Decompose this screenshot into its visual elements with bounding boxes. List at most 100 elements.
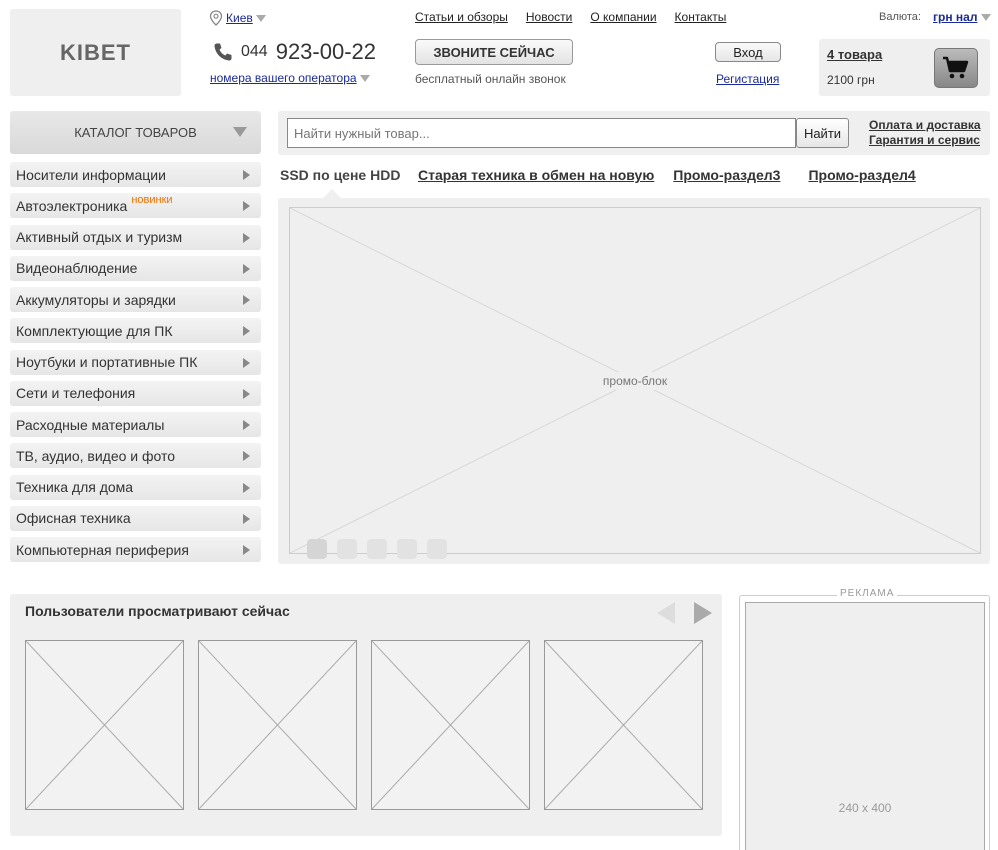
cart-block: 4 товара 2100 грн: [819, 39, 990, 96]
chevron-right-icon: [243, 545, 250, 556]
catalog-item[interactable]: Компьютерная периферия: [10, 537, 261, 563]
search-button[interactable]: Найти: [796, 118, 849, 148]
warranty-service-link[interactable]: Гарантия и сервис: [869, 133, 981, 148]
ad-block: РЕКЛАМА 240 x 400: [739, 588, 990, 850]
pager-dot[interactable]: [367, 539, 387, 559]
chevron-down-icon: [233, 127, 247, 137]
currency-value[interactable]: грн нал: [933, 10, 977, 24]
chevron-right-icon: [243, 357, 250, 368]
nav-link-news[interactable]: Новости: [526, 10, 572, 24]
promo-pager: [307, 539, 447, 559]
catalog-item[interactable]: Техника для дома: [10, 474, 261, 500]
chevron-right-icon: [243, 201, 250, 212]
chevron-right-icon: [243, 170, 250, 180]
chevron-right-icon: [243, 295, 250, 306]
catalog-title: КАТАЛОГ ТОВАРОВ: [74, 125, 197, 140]
promo-block[interactable]: промо-блок: [278, 198, 990, 564]
catalog-item-label: Расходные материалы: [16, 416, 165, 433]
chevron-down-icon: [359, 74, 370, 82]
nav-link-contacts[interactable]: Контакты: [675, 10, 727, 24]
payment-delivery-link[interactable]: Оплата и доставка: [869, 118, 981, 133]
pager-dot[interactable]: [337, 539, 357, 559]
catalog-item-label: Сети и телефония: [16, 385, 136, 402]
catalog-item-label: Ноутбуки и портативные ПК: [16, 354, 198, 371]
catalog-item[interactable]: Носители информации: [10, 162, 261, 187]
search-input[interactable]: [287, 118, 796, 148]
chevron-right-icon: [243, 263, 250, 274]
viewed-now-title: Пользователи просматривают сейчас: [25, 603, 290, 619]
login-button[interactable]: Вход: [715, 42, 781, 62]
catalog-item[interactable]: Активный отдых и туризм: [10, 224, 261, 250]
top-nav: Статьи и обзоры Новости О компании Конта…: [415, 10, 744, 24]
register-link[interactable]: Регистация: [716, 72, 779, 86]
search-bar: Найти Оплата и доставка Гарантия и серви…: [278, 111, 990, 155]
map-pin-icon: [209, 10, 223, 26]
service-links: Оплата и доставка Гарантия и сервис: [869, 118, 981, 148]
catalog-list: Носители информации Автоэлектроника новин…: [10, 162, 261, 568]
chevron-down-icon[interactable]: [981, 13, 992, 21]
call-now-button[interactable]: ЗВОНИТЕ СЕЙЧАС: [415, 39, 573, 65]
pager-dot[interactable]: [397, 539, 417, 559]
catalog-item[interactable]: Ноутбуки и портативные ПК: [10, 349, 261, 375]
placeholder-cross: [544, 640, 703, 810]
catalog-item-label: Комплектующие для ПК: [16, 322, 173, 339]
catalog-item[interactable]: Автоэлектроника новинки: [10, 193, 261, 219]
promo-placeholder: промо-блок: [289, 207, 981, 559]
pager-dot[interactable]: [307, 539, 327, 559]
catalog-item-label: Техника для дома: [16, 479, 134, 496]
catalog-item-label: Автоэлектроника: [16, 197, 128, 214]
product-thumbnail[interactable]: [25, 640, 184, 810]
catalog-header[interactable]: КАТАЛОГ ТОВАРОВ: [10, 111, 261, 154]
nav-link-articles[interactable]: Статьи и обзоры: [415, 10, 508, 24]
catalog-item[interactable]: Расходные материалы: [10, 412, 261, 438]
catalog-item[interactable]: Аккумуляторы и зарядки: [10, 287, 261, 313]
phone-icon: [214, 43, 232, 61]
cart-count[interactable]: 4 товара: [827, 47, 882, 62]
pager-dot[interactable]: [427, 539, 447, 559]
ad-size: 240 x 400: [838, 801, 892, 815]
catalog-item[interactable]: Офисная техника: [10, 505, 261, 531]
catalog-item-label: Активный отдых и туризм: [16, 229, 183, 246]
product-thumbnail[interactable]: [371, 640, 530, 810]
tab-promo-2[interactable]: Старая техника в обмен на новую: [418, 167, 654, 183]
cart-button[interactable]: [934, 48, 978, 88]
ad-placeholder[interactable]: 240 x 400: [745, 602, 985, 850]
city-label[interactable]: Киев: [226, 11, 253, 25]
chevron-right-icon: [243, 513, 250, 524]
catalog-item-label: ТВ, аудио, видео и фото: [16, 447, 176, 464]
chevron-right-icon: [243, 482, 250, 493]
tab-promo-1[interactable]: SSD по цене HDD: [280, 167, 418, 183]
cart-sum: 2100 грн: [827, 73, 875, 87]
chevron-right-icon: [243, 232, 250, 243]
city-selector[interactable]: Киев: [209, 10, 266, 26]
viewed-now-block: Пользователи просматривают сейчас: [10, 594, 722, 836]
phone-code: 044: [241, 43, 268, 60]
chevron-right-icon: [243, 420, 250, 431]
new-badge: новинки: [131, 193, 173, 206]
catalog-item[interactable]: Комплектующие для ПК: [10, 318, 261, 344]
tab-promo-3[interactable]: Промо-раздел3: [673, 167, 780, 183]
nav-link-about[interactable]: О компании: [590, 10, 656, 24]
catalog-item[interactable]: Видеонаблюдение: [10, 255, 261, 281]
placeholder-cross: [198, 640, 357, 810]
operator-selector[interactable]: номера вашего оператора: [210, 71, 370, 85]
catalog-item[interactable]: Сети и телефония: [10, 380, 261, 406]
catalog-item[interactable]: ТВ, аудио, видео и фото: [10, 443, 261, 469]
catalog-item-label: Компьютерная периферия: [16, 541, 189, 558]
product-thumbnail[interactable]: [544, 640, 703, 810]
catalog-item-label: Носители информации: [16, 166, 166, 183]
product-thumbnail[interactable]: [198, 640, 357, 810]
promo-label: промо-блок: [598, 371, 672, 390]
catalog-item-label: Офисная техника: [16, 510, 131, 527]
call-subtitle: бесплатный онлайн звонок: [415, 72, 566, 86]
chevron-down-icon: [255, 14, 266, 22]
next-arrow-icon[interactable]: [694, 602, 712, 624]
catalog-item-label: Видеонаблюдение: [16, 260, 138, 277]
logo[interactable]: KIBET: [10, 9, 181, 96]
prev-arrow-icon[interactable]: [657, 602, 675, 624]
placeholder-cross: [371, 640, 530, 810]
operator-link[interactable]: номера вашего оператора: [210, 71, 357, 85]
catalog-item-label: Аккумуляторы и зарядки: [16, 291, 176, 308]
currency-label: Валюта:: [879, 11, 921, 23]
tab-promo-4[interactable]: Промо-раздел4: [808, 167, 915, 183]
